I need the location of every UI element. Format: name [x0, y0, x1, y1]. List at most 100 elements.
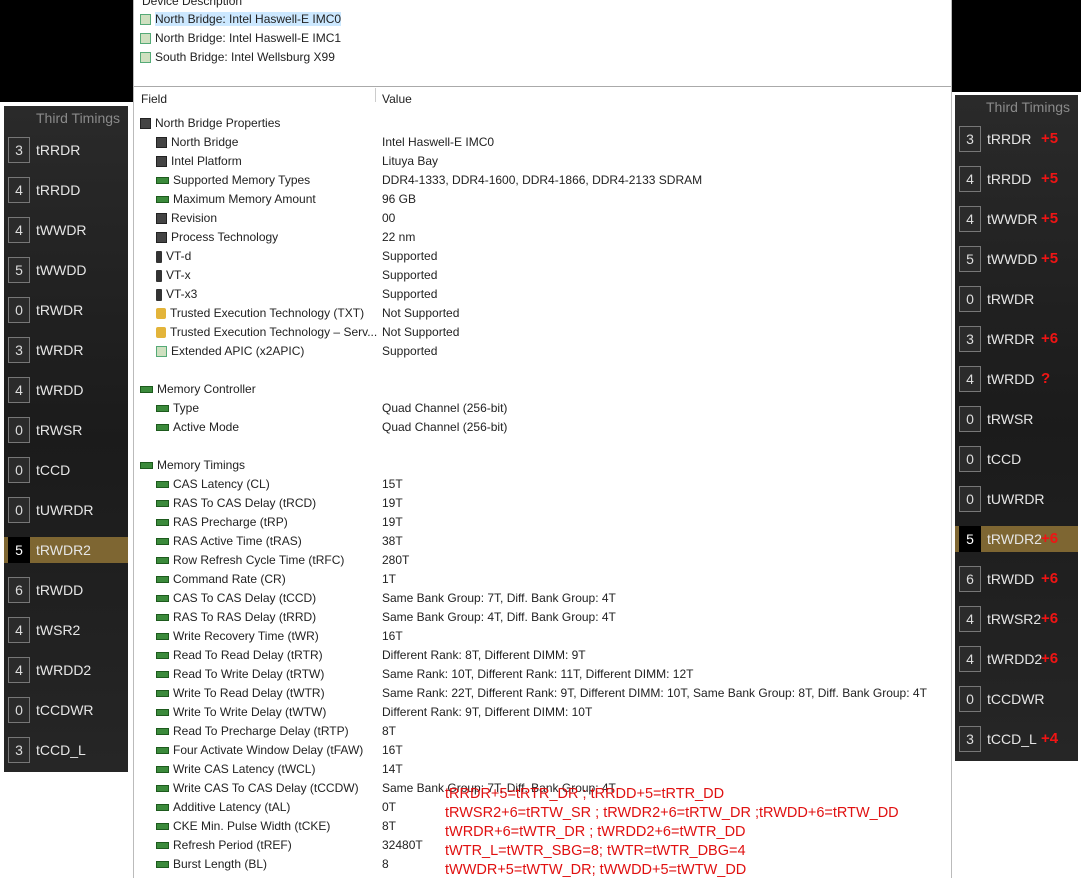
property-row[interactable]: Command Rate (CR) 1T: [134, 570, 951, 589]
timing-value-box[interactable]: 5: [959, 246, 981, 272]
timing-value-box[interactable]: 5: [8, 537, 30, 563]
timing-row-trwsr2[interactable]: 4 tRWSR2 +6: [955, 606, 1078, 632]
property-row[interactable]: Read To Write Delay (tRTW) Same Rank: 10T…: [134, 665, 951, 684]
device-item[interactable]: South Bridge: Intel Wellsburg X99: [140, 48, 335, 66]
timing-row-trwdr[interactable]: 0 tRWDR: [4, 297, 128, 323]
timing-value-box[interactable]: 5: [8, 257, 30, 283]
property-row[interactable]: RAS Active Time (tRAS) 38T: [134, 532, 951, 551]
property-row[interactable]: CAS Latency (CL) 15T: [134, 475, 951, 494]
timing-row-tuwrdr[interactable]: 0 tUWRDR: [4, 497, 128, 523]
timing-value-box[interactable]: 4: [959, 646, 981, 672]
timing-row-twrdr[interactable]: 3 tWRDR +6: [955, 326, 1078, 352]
property-row[interactable]: VT-d Supported: [134, 247, 951, 266]
property-group[interactable]: North Bridge Properties: [134, 114, 951, 133]
property-row[interactable]: Read To Read Delay (tRTR) Different Rank:…: [134, 646, 951, 665]
timing-row-twwdr[interactable]: 4 tWWDR: [4, 217, 128, 243]
timing-row-trwdd[interactable]: 6 tRWDD +6: [955, 566, 1078, 592]
timing-row-twwdd[interactable]: 5 tWWDD +5: [955, 246, 1078, 272]
timing-value-box[interactable]: 3: [8, 337, 30, 363]
timing-value-box[interactable]: 0: [959, 446, 981, 472]
timing-value-box[interactable]: 4: [959, 206, 981, 232]
timing-value-box[interactable]: 4: [8, 177, 30, 203]
timing-row-twrdr[interactable]: 3 tWRDR: [4, 337, 128, 363]
timing-row-tccd-l[interactable]: 3 tCCD_L: [4, 737, 128, 763]
timing-row-tccdwr[interactable]: 0 tCCDWR: [955, 686, 1078, 712]
timing-row-trwdd[interactable]: 6 tRWDD: [4, 577, 128, 603]
property-row[interactable]: RAS To CAS Delay (tRCD) 19T: [134, 494, 951, 513]
timing-value-box[interactable]: 3: [959, 326, 981, 352]
device-description-header[interactable]: Device Description: [142, 0, 242, 8]
timing-value-box[interactable]: 0: [8, 297, 30, 323]
timing-row-trrdr[interactable]: 3 tRRDR: [4, 137, 128, 163]
timing-value-box[interactable]: 4: [959, 166, 981, 192]
timing-value-box[interactable]: 0: [8, 697, 30, 723]
timing-value-box[interactable]: 0: [8, 497, 30, 523]
property-group[interactable]: Memory Timings: [134, 456, 951, 475]
timing-row-tccd[interactable]: 0 tCCD: [4, 457, 128, 483]
value-column-header[interactable]: Value: [382, 92, 412, 106]
timing-row-trrdr[interactable]: 3 tRRDR +5: [955, 126, 1078, 152]
timing-value-box[interactable]: 3: [959, 726, 981, 752]
property-row[interactable]: Supported Memory Types DDR4-1333, DDR4-16…: [134, 171, 951, 190]
property-row[interactable]: Trusted Execution Technology – Serv... No…: [134, 323, 951, 342]
timing-row-trwdr[interactable]: 0 tRWDR: [955, 286, 1078, 312]
timing-value-box[interactable]: 3: [8, 137, 30, 163]
property-row[interactable]: Intel Platform Lituya Bay: [134, 152, 951, 171]
timing-value-box[interactable]: 4: [8, 617, 30, 643]
timing-value-box[interactable]: 0: [8, 457, 30, 483]
timing-row-trwsr[interactable]: 0 tRWSR: [4, 417, 128, 443]
timing-value-box[interactable]: 4: [8, 377, 30, 403]
timing-value-box[interactable]: 0: [959, 486, 981, 512]
timing-row-trwdr2[interactable]: 5 tRWDR2 +6: [955, 526, 1078, 552]
timing-row-trrdd[interactable]: 4 tRRDD: [4, 177, 128, 203]
property-row[interactable]: Revision 00: [134, 209, 951, 228]
timing-value-box[interactable]: 6: [959, 566, 981, 592]
timing-row-twrdd2[interactable]: 4 tWRDD2 +6: [955, 646, 1078, 672]
property-row[interactable]: RAS Precharge (tRP) 19T: [134, 513, 951, 532]
timing-value-box[interactable]: 4: [8, 657, 30, 683]
property-row[interactable]: Read To Precharge Delay (tRTP) 8T: [134, 722, 951, 741]
property-row[interactable]: CAS To CAS Delay (tCCD) Same Bank Group: …: [134, 589, 951, 608]
column-divider[interactable]: [375, 88, 376, 102]
device-item[interactable]: North Bridge: Intel Haswell-E IMC0: [140, 10, 342, 28]
property-row[interactable]: RAS To RAS Delay (tRRD) Same Bank Group: …: [134, 608, 951, 627]
device-item[interactable]: North Bridge: Intel Haswell-E IMC1: [140, 29, 341, 47]
property-group[interactable]: Memory Controller: [134, 380, 951, 399]
property-row[interactable]: Active Mode Quad Channel (256-bit): [134, 418, 951, 437]
timing-value-box[interactable]: 0: [959, 686, 981, 712]
timing-row-trrdd[interactable]: 4 tRRDD +5: [955, 166, 1078, 192]
timing-row-tccdwr[interactable]: 0 tCCDWR: [4, 697, 128, 723]
field-column-header[interactable]: Field: [141, 92, 167, 106]
property-row[interactable]: Row Refresh Cycle Time (tRFC) 280T: [134, 551, 951, 570]
timing-row-tccd[interactable]: 0 tCCD: [955, 446, 1078, 472]
timing-row-twwdd[interactable]: 5 tWWDD: [4, 257, 128, 283]
property-row[interactable]: Write To Read Delay (tWTR) Same Rank: 22T…: [134, 684, 951, 703]
timing-value-box[interactable]: 4: [959, 366, 981, 392]
timing-row-trwsr[interactable]: 0 tRWSR: [955, 406, 1078, 432]
timing-value-box[interactable]: 0: [959, 406, 981, 432]
property-row[interactable]: Write Recovery Time (tWR) 16T: [134, 627, 951, 646]
property-row[interactable]: Type Quad Channel (256-bit): [134, 399, 951, 418]
property-row[interactable]: Extended APIC (x2APIC) Supported: [134, 342, 951, 361]
property-row[interactable]: North Bridge Intel Haswell-E IMC0: [134, 133, 951, 152]
timing-value-box[interactable]: 6: [8, 577, 30, 603]
timing-row-twrdd2[interactable]: 4 tWRDD2: [4, 657, 128, 683]
timing-value-box[interactable]: 4: [8, 217, 30, 243]
property-row[interactable]: VT-x3 Supported: [134, 285, 951, 304]
timing-row-tccd-l[interactable]: 3 tCCD_L +4: [955, 726, 1078, 752]
timing-row-twwdr[interactable]: 4 tWWDR +5: [955, 206, 1078, 232]
property-row[interactable]: Write To Write Delay (tWTW) Different Ran…: [134, 703, 951, 722]
timing-value-box[interactable]: 0: [8, 417, 30, 443]
timing-row-tuwrdr[interactable]: 0 tUWRDR: [955, 486, 1078, 512]
property-row[interactable]: Write CAS Latency (tWCL) 14T: [134, 760, 951, 779]
property-row[interactable]: Four Activate Window Delay (tFAW) 16T: [134, 741, 951, 760]
timing-row-twsr2[interactable]: 4 tWSR2: [4, 617, 128, 643]
property-row[interactable]: Maximum Memory Amount 96 GB: [134, 190, 951, 209]
timing-row-twrdd[interactable]: 4 tWRDD?: [955, 366, 1078, 392]
timing-row-twrdd[interactable]: 4 tWRDD: [4, 377, 128, 403]
timing-value-box[interactable]: 3: [959, 126, 981, 152]
property-row[interactable]: Trusted Execution Technology (TXT) Not Su…: [134, 304, 951, 323]
timing-value-box[interactable]: 4: [959, 606, 981, 632]
property-row[interactable]: VT-x Supported: [134, 266, 951, 285]
property-row[interactable]: Process Technology 22 nm: [134, 228, 951, 247]
